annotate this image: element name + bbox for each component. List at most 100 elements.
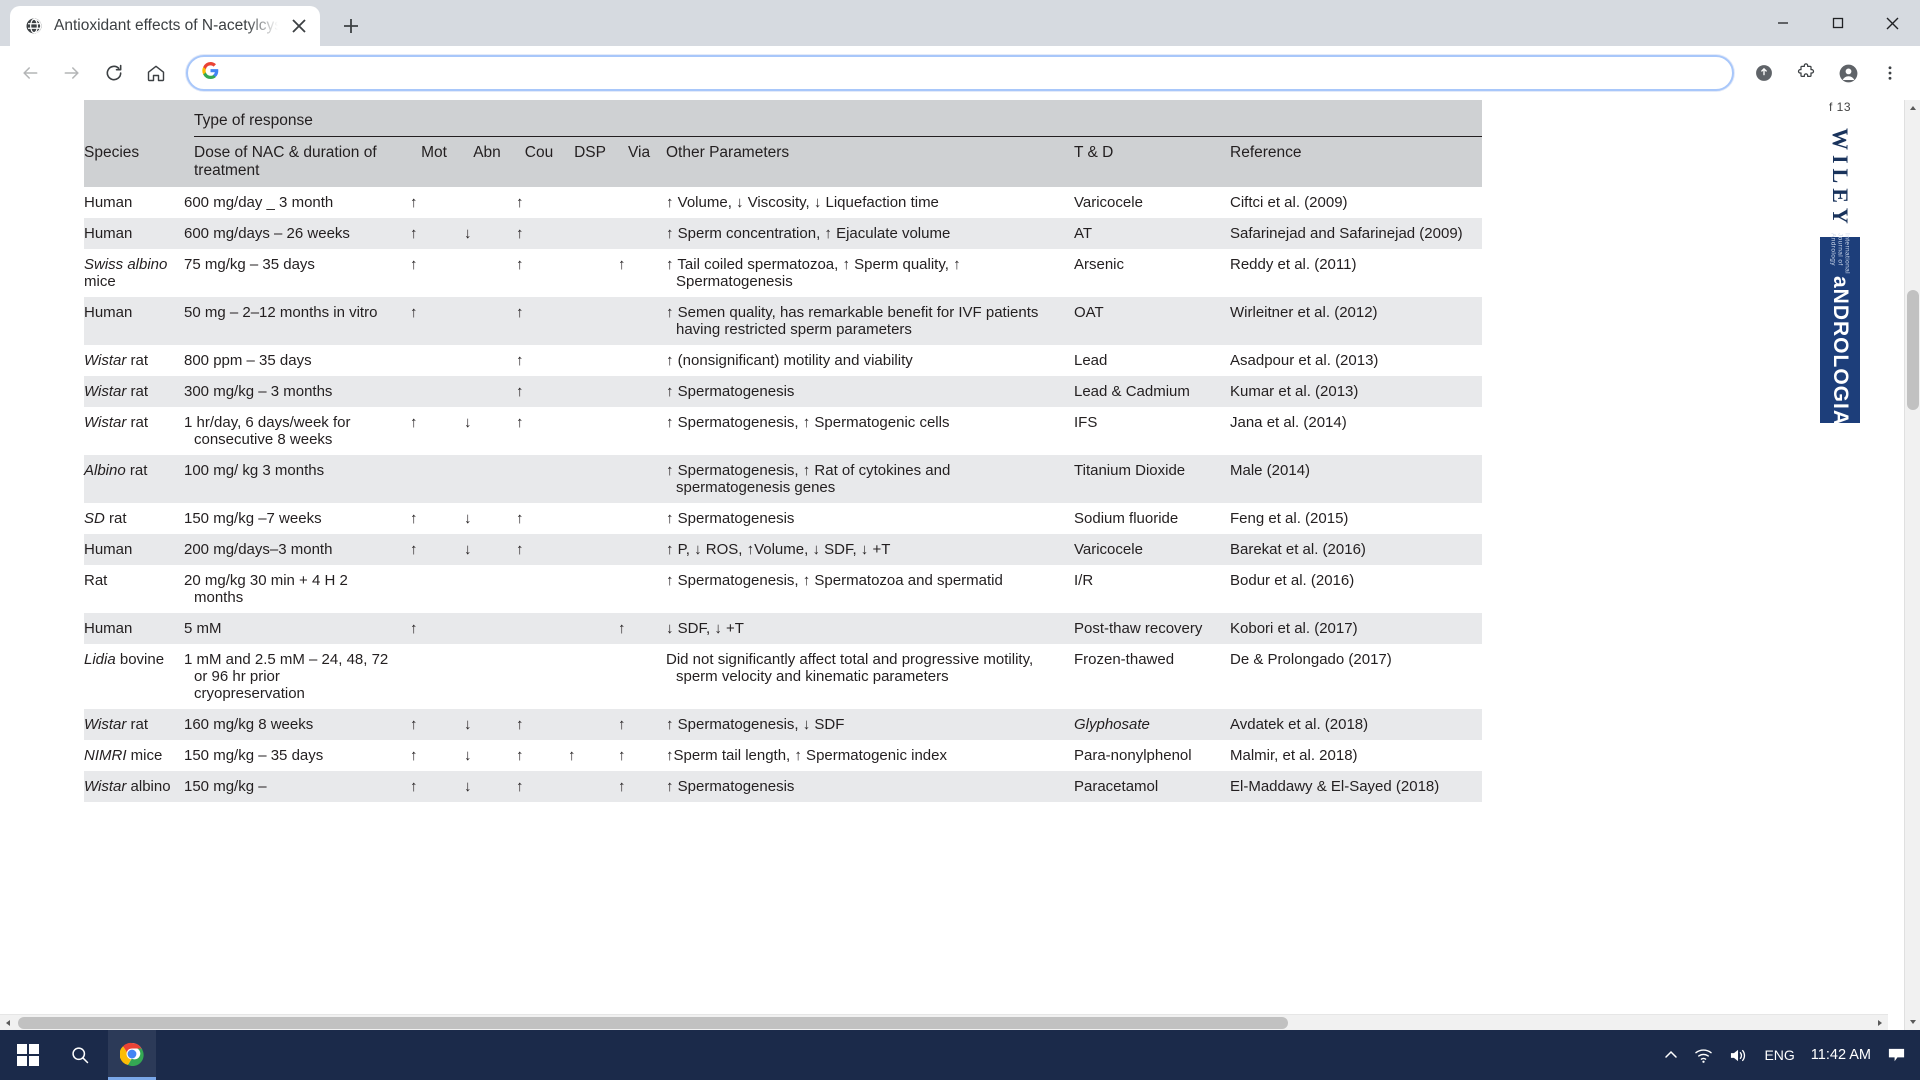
cell-species: Human [84,613,194,644]
cell-other-parameters: ↑ Spermatogenesis [666,503,1074,534]
table-row: Human 600 mg/days – 26 weeks ↑ ↓ ↑ ↑ Sperm co… [84,218,1483,249]
cell-dose: 160 mg/kg 8 weeks [184,709,410,740]
table-row: Swiss albino mice 75 mg/kg – 35 days ↑ ↑ ↑ ↑ … [84,249,1483,297]
chevron-up-icon[interactable] [1664,1048,1678,1062]
cell-other-parameters: ↑Sperm tail length, ↑ Spermatogenic inde… [666,740,1074,771]
browser-window: Antioxidant effects of N-acetylcys Type … [0,0,1920,1030]
windows-taskbar: ENG 11:42 AM [0,1030,1920,1080]
cell-species: Human [84,187,194,218]
cell-other-parameters: Did not significantly affect total and p… [666,644,1074,709]
table-row: Wistar albino 150 mg/kg – ↑ ↓ ↑ ↑ ↑ Spermatoge… [84,771,1483,802]
journal-badge: International Journal of Andrology aNDRO… [1820,233,1860,427]
journal-subtitle: International Journal of Andrology [1829,233,1851,275]
close-icon[interactable] [288,15,310,37]
scroll-left-icon[interactable] [0,1015,16,1030]
scroll-up-icon[interactable] [1905,100,1920,116]
cell-other-parameters: ↑ Tail coiled spermatozoa, ↑ Sperm quali… [666,249,1074,297]
cell-dose: 50 mg – 2–12 months in vitro [184,297,410,345]
cell-td: Varicocele [1074,187,1230,218]
cell-abn [464,345,516,376]
windows-start-icon[interactable] [4,1030,52,1080]
cell-abn [464,376,516,407]
close-icon[interactable] [1865,0,1920,46]
forward-arrow-icon[interactable] [52,53,92,93]
profile-avatar-icon[interactable] [1828,53,1868,93]
three-dot-menu-icon[interactable] [1870,53,1910,93]
cell-abn [464,565,516,613]
table-row: Human 200 mg/days–3 month ↑ ↓ ↑ ↑ P, ↓ ROS, ↑… [84,534,1483,565]
cell-via [618,376,666,407]
cell-reference: Bodur et al. (2016) [1230,565,1483,613]
language-indicator[interactable]: ENG [1764,1047,1794,1063]
cell-cou: ↑ [516,740,568,771]
new-tab-button[interactable] [334,9,368,43]
horizontal-scrollbar[interactable] [0,1014,1888,1030]
cell-abn [464,187,516,218]
scroll-down-icon[interactable] [1905,1014,1920,1030]
cell-cou: ↑ [516,218,568,249]
globe-icon [24,16,44,36]
column-header-cou: Cou [516,136,568,187]
horizontal-scroll-thumb[interactable] [18,1017,1288,1029]
minimize-icon[interactable] [1755,0,1810,46]
speaker-icon[interactable] [1729,1047,1748,1064]
cell-td: IFS [1074,407,1230,455]
table-group-header-row: Type of response [84,100,1483,137]
cell-cou: ↑ [516,503,568,534]
scroll-right-icon[interactable] [1872,1015,1888,1030]
cell-reference: Ciftci et al. (2009) [1230,187,1483,218]
cell-dsp [568,709,618,740]
cell-dsp [568,534,618,565]
cell-td: Titanium Dioxide [1074,455,1230,503]
cell-via [618,455,666,503]
wifi-icon[interactable] [1694,1047,1713,1064]
cell-species: Wistar rat [84,407,194,455]
cell-td: Varicocele [1074,534,1230,565]
cell-dsp [568,249,618,297]
chrome-icon[interactable] [108,1030,156,1080]
puzzle-piece-icon[interactable] [1786,53,1826,93]
cell-mot [410,455,464,503]
cell-other-parameters: ↑ Spermatogenesis [666,376,1074,407]
cell-dose: 150 mg/kg – [184,771,410,802]
cell-cou: ↑ [516,534,568,565]
cell-other-parameters: ↑ Spermatogenesis, ↑ Spermatogenic cells [666,407,1074,455]
browser-toolbar [0,46,1920,100]
cell-abn: ↓ [464,709,516,740]
search-icon[interactable] [56,1030,104,1080]
cell-dose: 5 mM [184,613,410,644]
cell-mot: ↑ [410,709,464,740]
table-row: Lidia bovine 1 mM and 2.5 mM – 24, 48, 72… [84,644,1483,709]
cell-dsp [568,644,618,709]
vertical-scrollbar[interactable] [1904,100,1920,1030]
cell-species: Wistar rat [84,709,194,740]
vertical-scroll-thumb[interactable] [1907,290,1919,410]
address-bar[interactable] [186,55,1734,91]
cell-reference: Male (2014) [1230,455,1483,503]
journal-title: aNDROLOGIA [1829,276,1852,427]
column-header-reference: Reference [1230,136,1483,187]
column-header-other-parameters: Other Parameters [666,136,1074,187]
cell-dsp [568,503,618,534]
cell-other-parameters: ↑ Spermatogenesis, ↑ Spermatozoa and spe… [666,565,1074,613]
browser-tab[interactable]: Antioxidant effects of N-acetylcys [10,6,320,46]
cell-td: AT [1074,218,1230,249]
clock[interactable]: 11:42 AM [1811,1047,1871,1063]
cell-abn [464,455,516,503]
cell-dsp [568,297,618,345]
cell-mot: ↑ [410,740,464,771]
notification-icon[interactable] [1887,1046,1906,1065]
back-arrow-icon[interactable] [10,53,50,93]
reload-icon[interactable] [94,53,134,93]
share-icon[interactable] [1744,53,1784,93]
pdf-page: Type of response Species Dose of NAC & d… [84,100,1483,802]
cell-abn [464,297,516,345]
maximize-icon[interactable] [1810,0,1865,46]
home-icon[interactable] [136,53,176,93]
cell-mot: ↑ [410,534,464,565]
cell-abn: ↓ [464,407,516,455]
cell-via: ↑ [618,709,666,740]
cell-abn: ↓ [464,740,516,771]
cell-via [618,297,666,345]
cell-abn: ↓ [464,218,516,249]
